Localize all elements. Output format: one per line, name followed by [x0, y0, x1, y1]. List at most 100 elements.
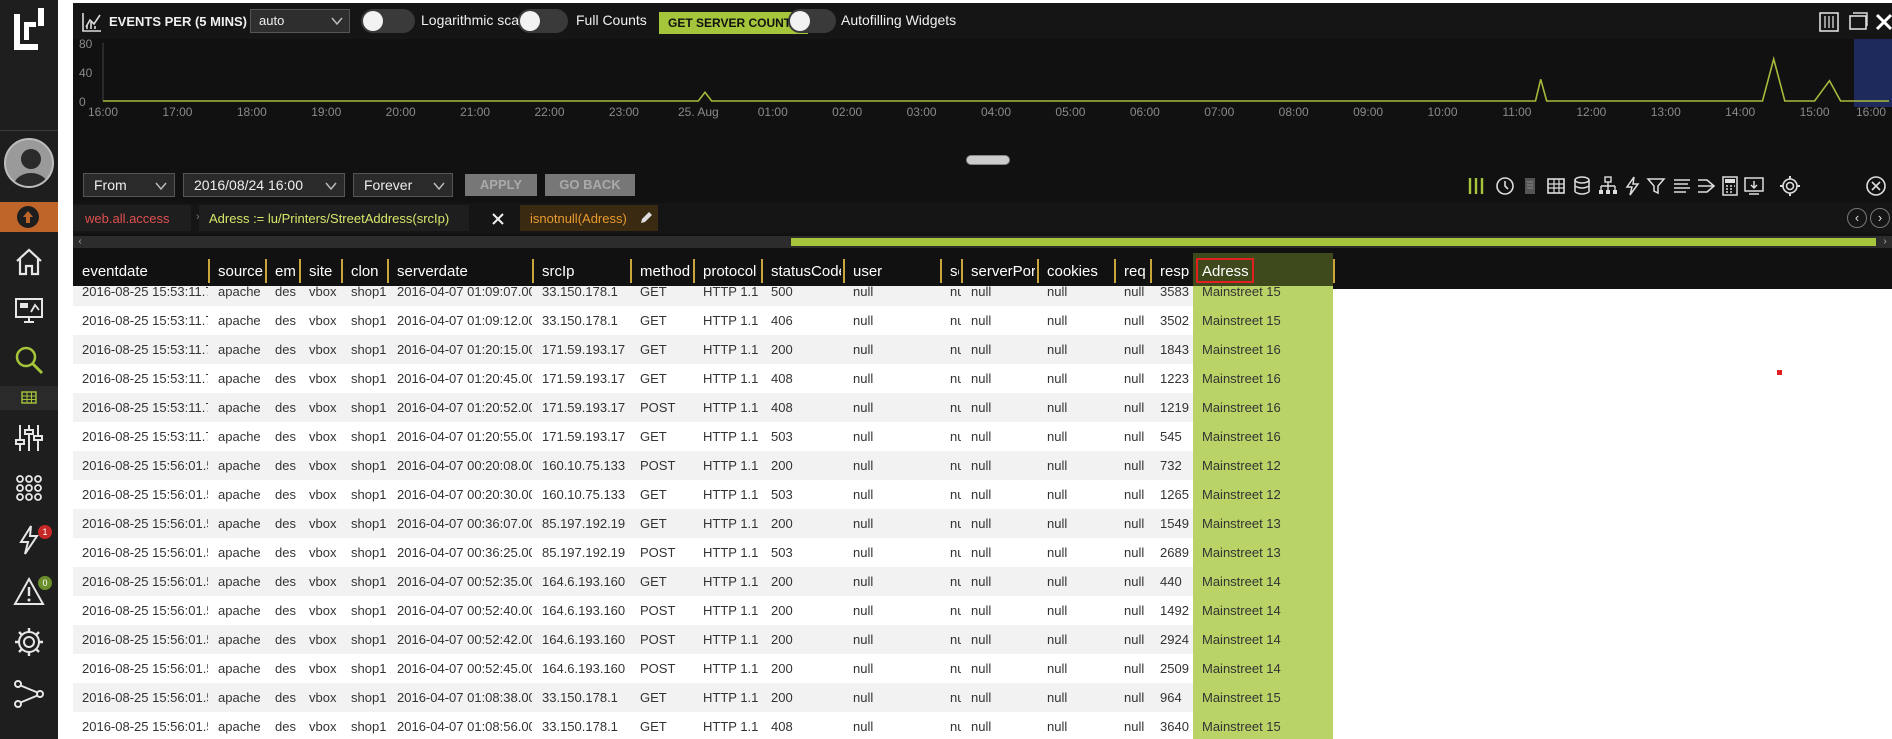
cell-user[interactable]: null — [853, 306, 940, 335]
settings-icon[interactable] — [1779, 175, 1801, 197]
column-resize-handle[interactable] — [532, 259, 534, 283]
table-row[interactable]: 2016-08-25 15:56:01.542 apache desvbox shop… — [73, 596, 1892, 625]
table-row[interactable]: 2016-08-25 15:56:01.543 apache desvbox shop… — [73, 683, 1892, 712]
cell-source[interactable]: apache — [218, 393, 265, 422]
cell-cookies[interactable]: null — [1047, 451, 1114, 480]
cell-eventdate[interactable]: 2016-08-25 15:56:01.543 — [82, 683, 208, 712]
cell-method[interactable]: GET — [640, 286, 693, 306]
cell-srcip[interactable]: 85.197.192.19 — [542, 538, 630, 567]
cell-eventdate[interactable]: 2016-08-25 15:56:01.541 — [82, 480, 208, 509]
cell-srcip[interactable]: 171.59.193.17 — [542, 364, 630, 393]
cell-site[interactable]: vbox — [309, 306, 341, 335]
cell-clon[interactable]: shop1 — [351, 306, 387, 335]
column-header-ser[interactable]: ser — [950, 253, 959, 289]
remove-step-icon[interactable] — [491, 212, 505, 226]
cell-resp[interactable]: 3583 — [1160, 286, 1192, 306]
cell-serverdate[interactable]: 2016-04-07 01:09:12.000 — [397, 306, 532, 335]
column-header-req[interactable]: req — [1124, 253, 1148, 289]
database-icon[interactable] — [1571, 175, 1593, 197]
cell-adress[interactable]: Mainstreet 14 — [1202, 596, 1332, 625]
sort-lines-icon[interactable] — [1671, 175, 1693, 197]
column-header-protocol[interactable]: protocol — [703, 253, 759, 289]
cell-em[interactable]: des — [275, 335, 299, 364]
workflow-icon[interactable] — [11, 676, 47, 712]
funnel-filter-icon[interactable] — [1645, 175, 1667, 197]
cell-srcip[interactable]: 171.59.193.17 — [542, 393, 630, 422]
cell-user[interactable]: null — [853, 286, 940, 306]
cell-source[interactable]: apache — [218, 509, 265, 538]
cell-serverdate[interactable]: 2016-04-07 00:20:08.000 — [397, 451, 532, 480]
cell-adress[interactable]: Mainstreet 13 — [1202, 509, 1332, 538]
cell-ser[interactable]: null — [950, 286, 961, 306]
cell-serverdate[interactable]: 2016-04-07 01:20:52.000 — [397, 393, 532, 422]
column-resize-handle[interactable] — [341, 259, 343, 283]
cell-ser[interactable]: null — [950, 509, 961, 538]
cell-statuscode[interactable]: 200 — [771, 335, 843, 364]
hierarchy-icon[interactable] — [1597, 175, 1619, 197]
cell-req[interactable]: null — [1124, 480, 1150, 509]
cell-req[interactable]: null — [1124, 286, 1150, 306]
scroll-right-button[interactable]: › — [1870, 208, 1890, 228]
window-icon[interactable] — [1847, 11, 1869, 33]
cell-serverdate[interactable]: 2016-04-07 00:52:42.000 — [397, 625, 532, 654]
cell-protocol[interactable]: HTTP 1.1 — [703, 364, 761, 393]
cell-site[interactable]: vbox — [309, 509, 341, 538]
column-resize-handle[interactable] — [1333, 259, 1335, 283]
cell-em[interactable]: des — [275, 393, 299, 422]
cell-source[interactable]: apache — [218, 625, 265, 654]
cell-srcip[interactable]: 33.150.178.1 — [542, 683, 630, 712]
cell-em[interactable]: des — [275, 509, 299, 538]
column-header-clon[interactable]: clon — [351, 253, 385, 289]
cell-srcip[interactable]: 171.59.193.17 — [542, 335, 630, 364]
scroll-left-button[interactable]: ‹ — [1847, 208, 1867, 228]
column-header-user[interactable]: user — [853, 253, 938, 289]
cell-clon[interactable]: shop1 — [351, 683, 387, 712]
cell-resp[interactable]: 1492 — [1160, 596, 1192, 625]
table-row[interactable]: 2016-08-25 15:53:11.730 apache desvbox shop… — [73, 393, 1892, 422]
avatar[interactable] — [4, 138, 54, 188]
list-icon[interactable] — [1519, 175, 1541, 197]
cell-method[interactable]: GET — [640, 364, 693, 393]
cell-method[interactable]: GET — [640, 422, 693, 451]
cell-em[interactable]: des — [275, 596, 299, 625]
cell-serverport[interactable]: null — [971, 364, 1037, 393]
cell-eventdate[interactable]: 2016-08-25 15:53:11.729 — [82, 306, 208, 335]
calculator-icon[interactable] — [1719, 175, 1741, 197]
cell-site[interactable]: vbox — [309, 567, 341, 596]
cell-cookies[interactable]: null — [1047, 335, 1114, 364]
cell-user[interactable]: null — [853, 625, 940, 654]
cell-site[interactable]: vbox — [309, 480, 341, 509]
cell-serverport[interactable]: null — [971, 509, 1037, 538]
pipeline-step-source[interactable]: web.all.access — [73, 205, 191, 231]
cell-serverdate[interactable]: 2016-04-07 00:36:07.000 — [397, 509, 532, 538]
cell-statuscode[interactable]: 408 — [771, 393, 843, 422]
cell-site[interactable]: vbox — [309, 393, 341, 422]
cell-serverport[interactable]: null — [971, 393, 1037, 422]
cell-resp[interactable]: 2509 — [1160, 654, 1192, 683]
cell-em[interactable]: des — [275, 306, 299, 335]
table-row[interactable]: 2016-08-25 15:56:01.542 apache desvbox shop… — [73, 509, 1892, 538]
column-resize-handle[interactable] — [208, 259, 210, 283]
cell-source[interactable]: apache — [218, 596, 265, 625]
cell-ser[interactable]: null — [950, 364, 961, 393]
home-icon[interactable] — [11, 244, 47, 280]
settings-gear-icon[interactable] — [11, 624, 47, 660]
cell-req[interactable]: null — [1124, 712, 1150, 739]
cell-eventdate[interactable]: 2016-08-25 15:53:11.729 — [82, 286, 208, 306]
cell-resp[interactable]: 1219 — [1160, 393, 1192, 422]
apps-grid-icon[interactable] — [11, 470, 47, 506]
table-row[interactable]: 2016-08-25 15:56:01.543 apache desvbox shop… — [73, 712, 1892, 739]
cell-req[interactable]: null — [1124, 451, 1150, 480]
cell-eventdate[interactable]: 2016-08-25 15:56:01.542 — [82, 567, 208, 596]
cell-user[interactable]: null — [853, 567, 940, 596]
cell-method[interactable]: GET — [640, 509, 693, 538]
column-resize-handle[interactable] — [1037, 259, 1039, 283]
cell-method[interactable]: POST — [640, 654, 693, 683]
cell-eventdate[interactable]: 2016-08-25 15:56:01.542 — [82, 596, 208, 625]
column-resize-handle[interactable] — [761, 259, 763, 283]
cell-ser[interactable]: null — [950, 596, 961, 625]
cell-method[interactable]: GET — [640, 306, 693, 335]
cell-em[interactable]: des — [275, 625, 299, 654]
cell-em[interactable]: des — [275, 364, 299, 393]
edit-pencil-icon[interactable] — [639, 211, 653, 225]
